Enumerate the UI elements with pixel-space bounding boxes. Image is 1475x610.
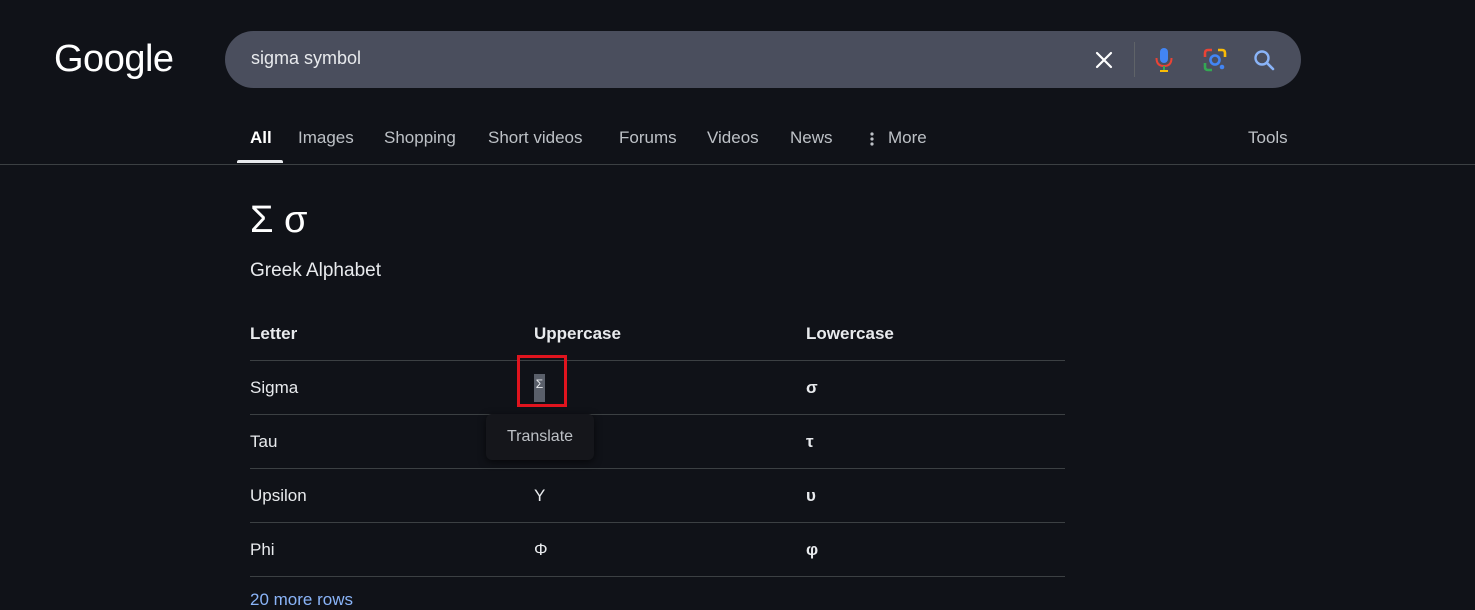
tab-more[interactable]: More bbox=[888, 128, 927, 148]
table-row: Tau τ bbox=[250, 415, 1065, 469]
table-header-row: Letter Uppercase Lowercase bbox=[250, 308, 1065, 361]
symbol-title: Σ σ bbox=[250, 199, 308, 241]
search-icon[interactable] bbox=[1246, 31, 1282, 88]
result-subtitle: Greek Alphabet bbox=[250, 260, 381, 281]
table-row: Upsilon Υ υ bbox=[250, 469, 1065, 523]
column-header-uppercase: Uppercase bbox=[534, 324, 621, 343]
letter-name: Phi bbox=[250, 539, 275, 559]
tab-videos[interactable]: Videos bbox=[707, 128, 759, 148]
google-logo[interactable]: Google bbox=[54, 38, 174, 81]
mic-icon[interactable] bbox=[1146, 31, 1182, 88]
tab-forums[interactable]: Forums bbox=[619, 128, 677, 148]
letter-name: Upsilon bbox=[250, 485, 307, 505]
search-divider bbox=[1134, 42, 1135, 77]
table-row: Sigma σ bbox=[250, 361, 1065, 415]
highlight-box bbox=[517, 355, 567, 407]
greek-alphabet-table: Letter Uppercase Lowercase Sigma σ Tau τ… bbox=[250, 308, 1065, 577]
tools-button[interactable]: Tools bbox=[1248, 128, 1288, 148]
search-tabs: All Images Shopping Short videos Forums … bbox=[0, 118, 1475, 165]
lowercase-letter: φ bbox=[806, 539, 819, 559]
column-header-letter: Letter bbox=[250, 324, 298, 343]
lens-icon[interactable] bbox=[1197, 31, 1233, 88]
tab-shopping[interactable]: Shopping bbox=[384, 128, 456, 148]
table-row: Phi Φ φ bbox=[250, 523, 1065, 577]
uppercase-letter: Φ bbox=[534, 539, 548, 559]
lowercase-letter: υ bbox=[806, 485, 816, 505]
tab-all[interactable]: All bbox=[250, 128, 272, 148]
active-tab-indicator bbox=[237, 160, 283, 163]
translate-tooltip[interactable]: Translate bbox=[486, 414, 594, 460]
letter-name: Tau bbox=[250, 431, 278, 451]
tab-news[interactable]: News bbox=[790, 128, 833, 148]
tab-images[interactable]: Images bbox=[298, 128, 354, 148]
search-box[interactable]: sigma symbol bbox=[225, 31, 1301, 88]
tab-short-videos[interactable]: Short videos bbox=[488, 128, 583, 148]
letter-name: Sigma bbox=[250, 377, 299, 397]
column-header-lowercase: Lowercase bbox=[806, 324, 894, 343]
lowercase-letter: τ bbox=[806, 431, 814, 451]
search-input[interactable]: sigma symbol bbox=[251, 48, 361, 69]
clear-icon[interactable] bbox=[1086, 31, 1122, 88]
more-vert-icon[interactable] bbox=[869, 131, 875, 152]
more-rows-link[interactable]: 20 more rows bbox=[250, 590, 353, 610]
uppercase-letter: Υ bbox=[534, 485, 546, 505]
lowercase-letter: σ bbox=[806, 377, 818, 397]
